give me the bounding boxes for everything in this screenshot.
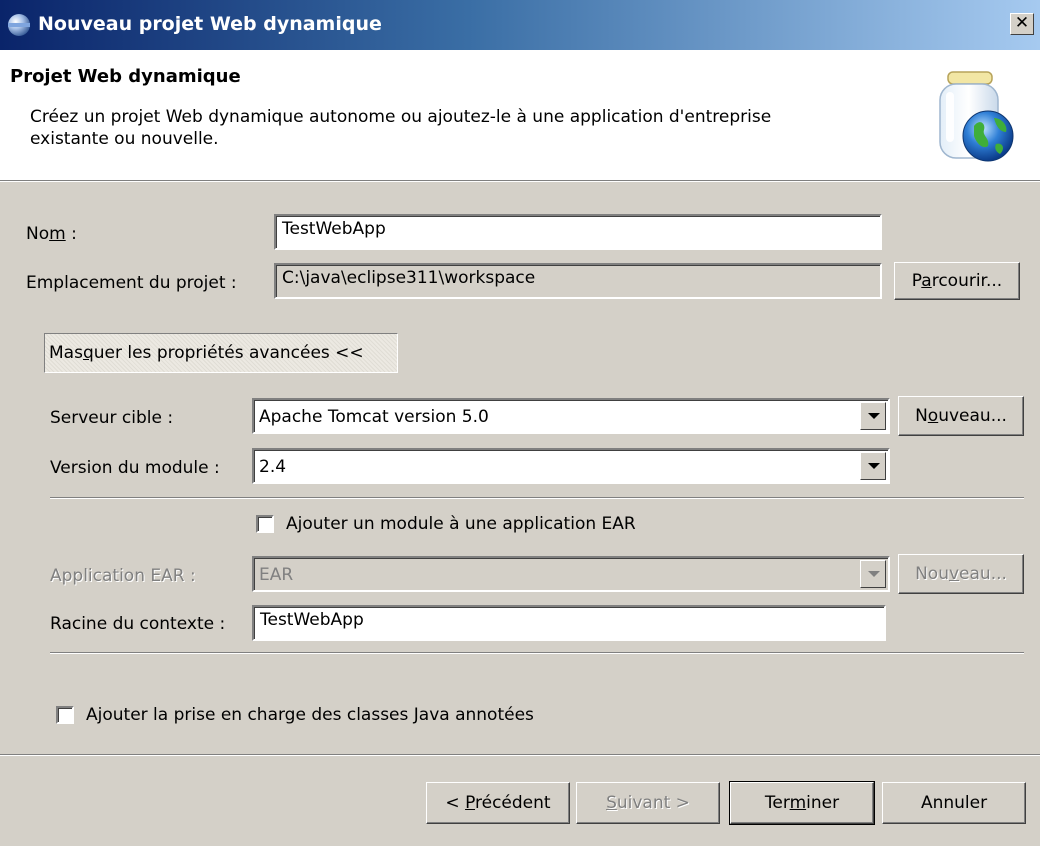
chevron-down-icon[interactable] [860, 452, 886, 480]
globe-jar-icon [939, 71, 1014, 162]
project-location-label: Emplacement du projet : [26, 273, 237, 293]
banner-separator [0, 180, 1040, 182]
window-title: Nouveau projet Web dynamique [38, 13, 382, 35]
wizard-banner: Projet Web dynamique Créez un projet Web… [0, 50, 1040, 180]
new-dynamic-web-project-dialog: Nouveau projet Web dynamique ✕ Projet We… [0, 0, 1040, 846]
ear-application-value: EAR [259, 565, 294, 585]
target-server-value: Apache Tomcat version 5.0 [259, 407, 489, 427]
back-button[interactable]: < Précédent [426, 782, 570, 824]
annotated-classes-label[interactable]: Ajouter la prise en charge des classes J… [86, 705, 534, 725]
add-ear-checkbox[interactable] [256, 515, 274, 533]
page-title: Projet Web dynamique [10, 66, 241, 87]
target-server-label: Serveur cible : [50, 408, 174, 428]
project-location-input[interactable]: C:\java\eclipse311\workspace [274, 263, 882, 299]
context-root-label: Racine du contexte : [50, 614, 226, 634]
eclipse-logo-icon [8, 14, 30, 36]
context-root-input[interactable]: TestWebApp [252, 605, 886, 641]
cancel-button[interactable]: Annuler [882, 782, 1026, 824]
add-ear-label[interactable]: Ajouter un module à une application EAR [286, 514, 636, 534]
name-label: Nom : [26, 224, 77, 244]
advanced-separator-top [50, 497, 1024, 499]
module-version-select[interactable]: 2.4 [252, 448, 890, 484]
chevron-down-icon[interactable] [860, 402, 886, 430]
advanced-separator-bottom [50, 652, 1024, 654]
footer-separator [0, 754, 1040, 756]
new-ear-button: Nouveau... [898, 554, 1024, 594]
annotated-classes-checkbox[interactable] [56, 706, 74, 724]
next-button: Suivant > [576, 782, 720, 824]
ear-application-select: EAR [252, 556, 890, 592]
project-name-input[interactable]: TestWebApp [274, 214, 882, 250]
close-button[interactable]: ✕ [1010, 13, 1034, 35]
module-version-label: Version du module : [50, 458, 220, 478]
module-version-value: 2.4 [259, 457, 287, 477]
title-bar[interactable]: Nouveau projet Web dynamique ✕ [0, 0, 1040, 50]
ear-application-label: Application EAR : [50, 566, 196, 586]
hide-advanced-properties-button[interactable]: Masquer les propriétés avancées << [44, 333, 398, 373]
close-icon: ✕ [1014, 13, 1030, 33]
browse-button[interactable]: Parcourir... [894, 262, 1020, 300]
finish-button[interactable]: Terminer [729, 781, 875, 825]
chevron-down-icon [860, 560, 886, 588]
new-server-button[interactable]: Nouveau... [898, 396, 1024, 436]
page-description: Créez un projet Web dynamique autonome o… [30, 107, 772, 149]
target-server-select[interactable]: Apache Tomcat version 5.0 [252, 398, 890, 434]
